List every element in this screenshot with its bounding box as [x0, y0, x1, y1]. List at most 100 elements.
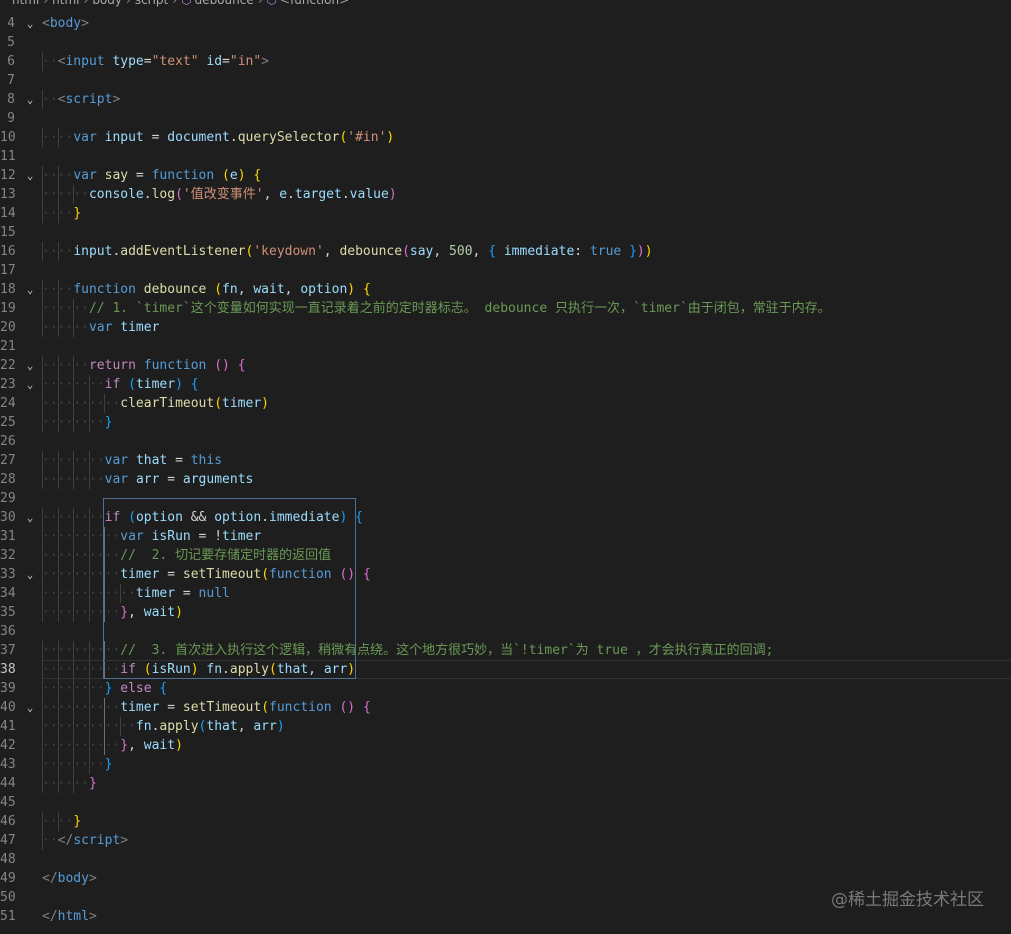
code-line[interactable]: 4 ⌄ <body> — [0, 14, 1011, 33]
code-token: e — [229, 168, 238, 183]
code-token: id — [206, 54, 223, 69]
line-number: 44 — [0, 776, 16, 791]
code-line[interactable]: 8 ⌄ ··<script> — [0, 90, 1011, 109]
code-line[interactable]: 7 — [0, 71, 1011, 90]
code-line[interactable]: 5 — [0, 33, 1011, 52]
code-token: var — [88, 320, 113, 335]
fold-chevron-icon[interactable]: ⌄ — [24, 565, 36, 584]
line-number: 10 — [0, 130, 16, 145]
fold-chevron-icon[interactable]: ⌄ — [24, 90, 36, 109]
fold-chevron-icon[interactable]: ⌄ — [24, 14, 36, 33]
code-line[interactable]: 22 ⌄ ······return function () { — [0, 356, 1011, 375]
line-number: 5 — [7, 35, 15, 50]
code-line[interactable]: 16 ····input.addEventListener('keydown', … — [0, 242, 1011, 261]
whitespace-marker: ············ — [42, 719, 136, 734]
fold-chevron-icon[interactable]: ⌄ — [24, 508, 36, 527]
code-token: "in" — [229, 54, 262, 69]
breadcrumb-item[interactable]: <function> — [280, 0, 349, 7]
code-content: ············fn.apply(that, arr) — [42, 717, 285, 736]
code-line[interactable]: 21 — [0, 337, 1011, 356]
code-token: var — [73, 168, 97, 183]
code-line[interactable]: 19 ······// 1. `timer`这个变量如何实现一直记录着之前的定时器… — [0, 299, 1011, 318]
code-line[interactable]: 12 ⌄ ····var say = function (e) { — [0, 166, 1011, 185]
code-line[interactable]: 43 ········} — [0, 755, 1011, 774]
code-line[interactable]: 20 ······var timer — [0, 318, 1011, 337]
code-line[interactable]: 48 — [0, 850, 1011, 869]
code-line[interactable]: 25 ········} — [0, 413, 1011, 432]
code-token: , — [433, 244, 450, 259]
function-symbol-icon: ⬡ — [266, 0, 278, 7]
whitespace-marker: ······ — [42, 320, 89, 335]
code-line[interactable]: 40 ⌄ ··········timer = setTimeout(function… — [0, 698, 1011, 717]
code-line[interactable]: 45 — [0, 793, 1011, 812]
code-token: , — [263, 187, 280, 202]
code-token: . — [229, 130, 238, 145]
whitespace-marker: ·········· — [42, 643, 121, 658]
line-number: 21 — [0, 339, 16, 354]
code-line[interactable]: 27 ········var that = this — [0, 451, 1011, 470]
code-line[interactable]: 34 ············timer = null — [0, 584, 1011, 603]
code-line[interactable]: 35 ··········}, wait) — [0, 603, 1011, 622]
code-content: ··········timer = setTimeout(function ()… — [42, 698, 371, 717]
code-line[interactable]: 36 — [0, 622, 1011, 641]
fold-chevron-icon[interactable]: ⌄ — [24, 280, 36, 299]
code-token: function — [143, 358, 207, 373]
code-line[interactable]: 23 ⌄ ········if (timer) { — [0, 375, 1011, 394]
code-line[interactable]: 29 — [0, 489, 1011, 508]
code-line[interactable]: 41 ············fn.apply(that, arr) — [0, 717, 1011, 736]
code-line[interactable]: 37 ··········// 3. 首次进入执行这个逻辑，稍微有点绕。这个地方很… — [0, 641, 1011, 660]
code-line[interactable]: 38 ··········if (isRun) fn.apply(that, ar… — [0, 660, 1011, 679]
code-content: ····} — [42, 812, 81, 831]
code-line[interactable]: 42 ··········}, wait) — [0, 736, 1011, 755]
code-token: > — [120, 833, 129, 848]
code-token: e — [279, 187, 288, 202]
breadcrumb-item[interactable]: html — [12, 0, 39, 7]
code-token: function — [73, 282, 136, 297]
fold-chevron-icon[interactable]: ⌄ — [24, 375, 36, 394]
code-line[interactable]: 30 ⌄ ········if (option && option.immediat… — [0, 508, 1011, 527]
fold-chevron-icon[interactable]: ⌄ — [24, 698, 36, 717]
code-line[interactable]: 18 ⌄ ····function debounce (fn, wait, opti… — [0, 280, 1011, 299]
code-line[interactable]: 47 ··</script> — [0, 831, 1011, 850]
code-content: ··········}, wait) — [42, 736, 183, 755]
code-token: ) — [347, 662, 356, 677]
code-editor[interactable]: 4 ⌄ <body> 5 6 ··<input type="text" id="in"> 7… — [0, 14, 1011, 926]
code-line[interactable]: 46 ····} — [0, 812, 1011, 831]
whitespace-marker: ·· — [42, 833, 58, 848]
breadcrumb-item[interactable]: script — [135, 0, 168, 7]
code-line[interactable]: 32 ··········// 2. 切记要存储定时器的返回值 — [0, 546, 1011, 565]
line-number: 50 — [0, 890, 16, 905]
code-line[interactable]: 9 — [0, 109, 1011, 128]
code-line[interactable]: 14 ····} — [0, 204, 1011, 223]
code-line[interactable]: 11 — [0, 147, 1011, 166]
code-line[interactable]: 44 ······} — [0, 774, 1011, 793]
code-line[interactable]: 10 ····var input = document.querySelector… — [0, 128, 1011, 147]
code-line[interactable]: 6 ··<input type="text" id="in"> — [0, 52, 1011, 71]
code-content: ··········// 2. 切记要存储定时器的返回值 — [42, 546, 331, 565]
code-token: null — [198, 586, 230, 601]
code-token: < — [42, 16, 50, 31]
code-content: ········} — [42, 755, 112, 774]
code-token: isRun — [151, 662, 191, 677]
breadcrumb-item[interactable]: html — [52, 0, 79, 7]
code-line[interactable]: 31 ··········var isRun = !timer — [0, 527, 1011, 546]
code-line[interactable]: 26 — [0, 432, 1011, 451]
code-token: '值改变事件' — [182, 187, 264, 202]
fold-chevron-icon[interactable]: ⌄ — [24, 166, 36, 185]
code-line[interactable]: 13 ······console.log('值改变事件', e.target.va… — [0, 185, 1011, 204]
code-content: ······console.log('值改变事件', e.target.valu… — [42, 185, 397, 204]
code-token: body — [57, 871, 89, 886]
breadcrumb-item[interactable]: debounce — [195, 0, 254, 7]
whitespace-marker: ·········· — [42, 529, 121, 544]
code-token: querySelector — [237, 130, 340, 145]
code-line[interactable]: 33 ⌄ ··········timer = setTimeout(function… — [0, 565, 1011, 584]
code-line[interactable]: 28 ········var arr = arguments — [0, 470, 1011, 489]
fold-chevron-icon[interactable]: ⌄ — [24, 356, 36, 375]
breadcrumb-item[interactable]: body — [92, 0, 122, 7]
code-line[interactable]: 24 ··········clearTimeout(timer) — [0, 394, 1011, 413]
code-line[interactable]: 17 — [0, 261, 1011, 280]
code-line[interactable]: 15 — [0, 223, 1011, 242]
code-line[interactable]: 39 ········} else { — [0, 679, 1011, 698]
